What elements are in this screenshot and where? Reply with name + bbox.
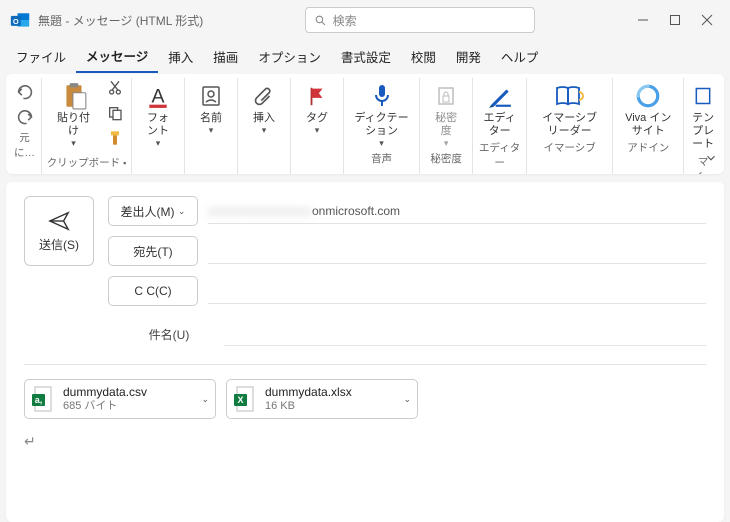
dictation-button[interactable]: ディクテーション ▾	[348, 78, 415, 149]
font-button[interactable]: A フォント ▾	[136, 78, 180, 149]
address-book-icon	[199, 82, 223, 110]
paste-button[interactable]: 貼り付け ▾	[46, 78, 101, 149]
menu-developer[interactable]: 開発	[446, 41, 491, 72]
subject-label: 件名(U)	[124, 326, 214, 343]
menu-draw[interactable]: 描画	[203, 41, 248, 72]
template-button[interactable]: テンプレート	[684, 78, 722, 152]
attachment-chip[interactable]: a, dummydata.csv 685 バイト ⌄	[24, 379, 216, 419]
paperclip-icon	[253, 82, 275, 110]
send-button[interactable]: 送信(S)	[24, 196, 94, 266]
collapse-ribbon-button[interactable]	[704, 151, 718, 168]
menu-message[interactable]: メッセージ	[76, 40, 158, 73]
minimize-button[interactable]	[636, 13, 650, 27]
clipboard-icon	[61, 82, 87, 110]
chevron-down-icon: ⌄	[178, 206, 186, 217]
send-icon	[46, 210, 72, 232]
lock-tag-icon	[434, 82, 458, 110]
menu-help[interactable]: ヘルプ	[491, 41, 549, 72]
from-button[interactable]: 差出人(M) ⌄	[108, 196, 198, 226]
from-value[interactable]: xxxxxxxxxxxxxxxxonmicrosoft.com	[208, 198, 706, 224]
menu-options[interactable]: オプション	[248, 41, 331, 72]
viva-insights-button[interactable]: Viva インサイト	[617, 78, 679, 138]
compose-pane: 送信(S) 差出人(M) ⌄ xxxxxxxxxxxxxxxxonmicroso…	[6, 182, 724, 522]
redo-button[interactable]	[15, 109, 35, 128]
names-button[interactable]: 名前 ▾	[189, 78, 233, 136]
svg-text:a,: a,	[35, 395, 43, 405]
search-placeholder: 検索	[333, 12, 357, 29]
font-icon: A	[145, 82, 171, 110]
attachment-chip[interactable]: X dummydata.xlsx 16 KB ⌄	[226, 379, 418, 419]
tags-button[interactable]: タグ ▾	[295, 78, 339, 136]
chevron-down-icon[interactable]: ⌄	[201, 394, 209, 405]
to-button[interactable]: 宛先(T)	[108, 236, 198, 266]
viva-icon	[634, 82, 662, 110]
group-clipboard-caption: クリップボード ▪	[47, 153, 127, 174]
insert-button[interactable]: 挿入 ▾	[242, 78, 286, 136]
search-input[interactable]: 検索	[305, 7, 535, 33]
immersive-reader-button[interactable]: イマーシブ リーダー	[531, 78, 608, 138]
close-button[interactable]	[700, 13, 714, 27]
flag-icon	[306, 82, 328, 110]
ribbon: 元に… 貼り付け ▾ クリップボード ▪ A フォント ▾ 名前	[6, 74, 724, 174]
sensitivity-button[interactable]: 秘密度 ▾	[424, 78, 468, 149]
editor-button[interactable]: エディター	[477, 78, 522, 138]
undo-button[interactable]	[15, 84, 35, 103]
chevron-down-icon: ▾	[71, 138, 76, 149]
cc-input[interactable]	[208, 278, 706, 304]
menu-format[interactable]: 書式設定	[331, 41, 401, 72]
svg-text:X: X	[237, 395, 243, 405]
cut-button[interactable]	[107, 80, 123, 99]
excel-csv-icon: a,	[31, 385, 55, 413]
maximize-button[interactable]	[668, 13, 682, 27]
book-speaker-icon	[555, 82, 585, 110]
menu-review[interactable]: 校閲	[401, 41, 446, 72]
svg-text:O: O	[13, 17, 19, 26]
menu-insert[interactable]: 挿入	[158, 41, 203, 72]
menu-bar: ファイル メッセージ 挿入 描画 オプション 書式設定 校閲 開発 ヘルプ	[0, 40, 730, 72]
format-painter-button[interactable]	[107, 130, 123, 149]
outlook-icon: O	[10, 10, 30, 30]
subject-input[interactable]	[224, 322, 706, 346]
excel-xlsx-icon: X	[233, 385, 257, 413]
microphone-icon	[370, 82, 394, 110]
svg-text:A: A	[151, 86, 164, 108]
editor-icon	[487, 82, 513, 110]
menu-file[interactable]: ファイル	[6, 41, 76, 72]
template-icon	[693, 82, 713, 110]
title-bar: O 無題 - メッセージ (HTML 形式) 検索	[0, 0, 730, 40]
body-editor[interactable]: ↵	[24, 433, 706, 450]
group-undo-caption: 元に…	[12, 128, 37, 164]
search-icon	[314, 14, 327, 27]
copy-button[interactable]	[107, 105, 123, 124]
cc-button[interactable]: C C(C)	[108, 276, 198, 306]
window-title: 無題 - メッセージ (HTML 形式)	[38, 12, 203, 29]
to-input[interactable]	[208, 238, 706, 264]
chevron-down-icon[interactable]: ⌄	[403, 394, 411, 405]
attachment-row: a, dummydata.csv 685 バイト ⌄ X dummydata.x…	[24, 364, 706, 419]
